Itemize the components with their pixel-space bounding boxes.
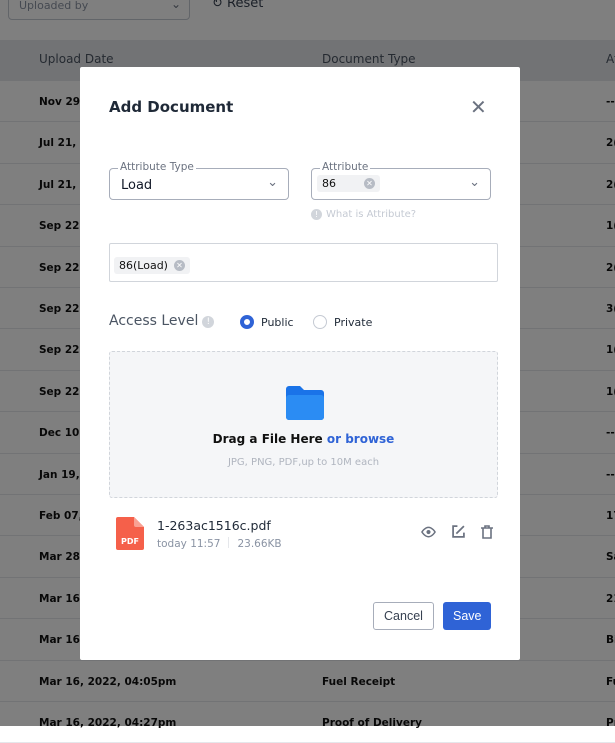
- radio-private-label: Private: [334, 315, 373, 329]
- edit-icon[interactable]: [452, 525, 465, 538]
- selected-attributes-field[interactable]: 86(Load) ✕: [109, 243, 498, 282]
- attribute-help-text: What is Attribute?: [326, 209, 417, 220]
- attribute-tag-label: 86(Load): [119, 259, 168, 272]
- attribute-help-link[interactable]: ! What is Attribute?: [311, 209, 416, 220]
- attribute-label: Attribute: [320, 161, 371, 173]
- divider: [228, 537, 230, 548]
- info-icon: !: [202, 316, 215, 328]
- access-level-text: Access Level: [109, 313, 199, 329]
- close-icon[interactable]: ✕: [470, 95, 487, 119]
- attribute-chip-label: 86: [322, 177, 336, 190]
- attribute-type-select[interactable]: Attribute Type Load ⌄: [109, 161, 289, 200]
- chevron-down-icon: ⌄: [267, 175, 278, 190]
- svg-text:PDF: PDF: [121, 537, 139, 546]
- preview-eye-icon[interactable]: [421, 525, 436, 539]
- file-name: 1-263ac1516c.pdf: [157, 518, 271, 533]
- file-time: today 11:57: [157, 538, 221, 550]
- access-level-label: Access Level!: [109, 313, 215, 329]
- chevron-down-icon: ⌄: [469, 175, 480, 190]
- radio-private[interactable]: Private: [313, 315, 372, 329]
- radio-public[interactable]: Public: [240, 315, 294, 329]
- browse-link[interactable]: or browse: [327, 432, 394, 446]
- attribute-type-label: Attribute Type: [118, 161, 196, 173]
- remove-chip-icon[interactable]: ✕: [364, 178, 375, 189]
- attribute-tag: 86(Load) ✕: [114, 257, 190, 274]
- modal-title: Add Document: [109, 98, 234, 116]
- file-dropzone[interactable]: Drag a File Here or browse JPG, PNG, PDF…: [109, 351, 498, 498]
- delete-trash-icon[interactable]: [481, 525, 493, 539]
- folder-icon: [286, 386, 324, 420]
- file-size: 23.66KB: [237, 538, 282, 550]
- cancel-button[interactable]: Cancel: [373, 602, 434, 630]
- save-button[interactable]: Save: [443, 602, 491, 630]
- dropzone-hint: JPG, PNG, PDF,up to 10M each: [227, 457, 380, 468]
- file-meta: today 11:57 23.66KB: [157, 537, 282, 550]
- info-icon: !: [311, 209, 322, 220]
- radio-checked-icon: [240, 315, 254, 329]
- attribute-chip: 86 ✕: [317, 175, 380, 192]
- pdf-file-icon: PDF: [116, 517, 144, 550]
- attribute-type-value: Load: [121, 178, 153, 193]
- dropzone-title: Drag a File Here: [212, 432, 323, 446]
- radio-public-label: Public: [261, 315, 294, 329]
- add-document-modal: Add Document ✕ Attribute Type Load ⌄ Att…: [80, 67, 520, 660]
- attribute-select[interactable]: Attribute 86 ✕ ⌄: [311, 161, 491, 200]
- remove-tag-icon[interactable]: ✕: [173, 260, 185, 271]
- radio-unchecked-icon: [313, 315, 327, 329]
